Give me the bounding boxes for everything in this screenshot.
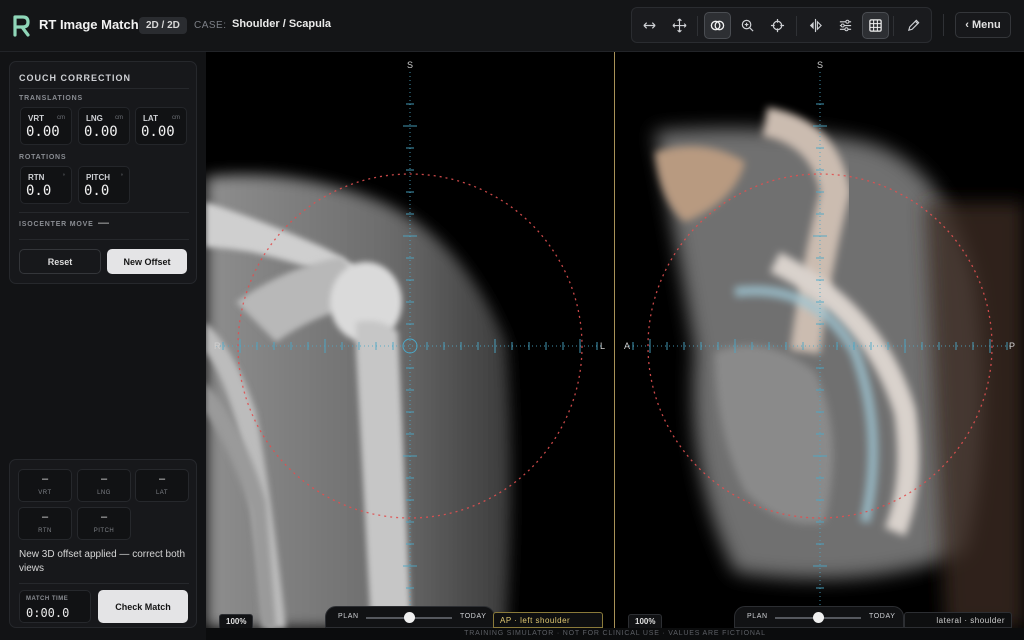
case-value: Shoulder / Scapula bbox=[232, 18, 332, 30]
header-separator bbox=[943, 14, 944, 36]
rtn-delta: – RTN bbox=[18, 507, 72, 540]
delta-value: – bbox=[100, 473, 108, 485]
grid-icon[interactable] bbox=[862, 12, 889, 39]
ap-xray-image bbox=[206, 72, 601, 628]
ap-view-tag: AP · left shoulder bbox=[493, 612, 603, 628]
delta-value: – bbox=[100, 511, 108, 523]
delta-value: – bbox=[41, 511, 49, 523]
field-unit: cm bbox=[57, 115, 65, 121]
field-unit: cm bbox=[115, 115, 123, 121]
lateral-blend-slider[interactable]: PLAN TODAY bbox=[734, 606, 904, 628]
lateral-viewer[interactable]: S A P bbox=[615, 52, 1024, 628]
match-time: MATCH TIME 0:00.0 bbox=[19, 590, 91, 623]
lat-field[interactable]: LAT cm 0.00 bbox=[135, 107, 187, 145]
overlay-icon[interactable] bbox=[704, 12, 731, 39]
crosshair-icon[interactable] bbox=[764, 12, 791, 39]
isocenter-move-value: — bbox=[98, 217, 109, 229]
disclaimer-footer: TRAINING SIMULATOR · NOT FOR CLINICAL US… bbox=[206, 628, 1024, 640]
image-toolbar bbox=[631, 7, 932, 43]
vrt-field[interactable]: VRT cm 0.00 bbox=[20, 107, 72, 145]
toolbar-separator bbox=[893, 16, 894, 36]
lateral-view-tag: lateral · shoulder bbox=[904, 612, 1012, 628]
zoom-icon[interactable] bbox=[734, 12, 761, 39]
lat-delta: – LAT bbox=[135, 469, 189, 502]
toolbar-separator bbox=[796, 16, 797, 36]
new-offset-button[interactable]: New Offset bbox=[107, 249, 187, 274]
field-value: 0.00 bbox=[141, 124, 175, 140]
flip-icon[interactable] bbox=[802, 12, 829, 39]
couch-correction-panel: COUCH CORRECTION TRANSLATIONS VRT cm 0.0… bbox=[9, 61, 197, 284]
plan-label: PLAN bbox=[338, 613, 359, 620]
field-value: 0.00 bbox=[26, 124, 60, 140]
orientation-right: P bbox=[1009, 341, 1016, 351]
today-label: TODAY bbox=[869, 613, 896, 620]
match-result-panel: – VRT – LNG – LAT – RTN – PITCH New 3D o… bbox=[9, 459, 197, 628]
today-label: TODAY bbox=[460, 613, 487, 620]
mode-badge[interactable]: 2D / 2D bbox=[139, 17, 187, 34]
match-time-label: MATCH TIME bbox=[26, 596, 69, 602]
horizontal-arrows-icon[interactable] bbox=[636, 12, 663, 39]
top-bar: RT Image Match 2D / 2D CASE: Shoulder / … bbox=[0, 0, 1024, 52]
lateral-xray-image bbox=[625, 72, 1024, 628]
lng-field[interactable]: LNG cm 0.00 bbox=[78, 107, 130, 145]
field-label: PITCH bbox=[86, 173, 110, 182]
app-title: RT Image Match bbox=[39, 17, 139, 32]
field-value: 0.0 bbox=[84, 183, 110, 199]
translations-label: TRANSLATIONS bbox=[19, 95, 83, 102]
case-label: CASE: bbox=[194, 20, 227, 31]
slider-knob[interactable] bbox=[812, 612, 824, 623]
pitch-delta: – PITCH bbox=[77, 507, 131, 540]
pitch-field[interactable]: PITCH ° 0.0 bbox=[78, 166, 130, 204]
delta-label: LAT bbox=[155, 490, 169, 496]
divider bbox=[19, 239, 189, 240]
rtn-field[interactable]: RTN ° 0.0 bbox=[20, 166, 72, 204]
delta-label: VRT bbox=[38, 490, 52, 496]
check-match-button[interactable]: Check Match bbox=[98, 590, 188, 623]
menu-button[interactable]: ‹ Menu bbox=[955, 12, 1011, 38]
app-logo bbox=[13, 15, 30, 37]
divider bbox=[19, 212, 189, 213]
slider-knob[interactable] bbox=[403, 612, 415, 623]
field-unit: ° bbox=[120, 174, 123, 180]
orientation-top: S bbox=[817, 60, 824, 70]
orientation-right: L bbox=[600, 341, 606, 351]
lng-delta: – LNG bbox=[77, 469, 131, 502]
divider bbox=[19, 583, 189, 584]
status-message: New 3D offset applied — correct both vie… bbox=[19, 549, 186, 574]
field-value: 0.00 bbox=[84, 124, 118, 140]
delta-label: LNG bbox=[97, 490, 111, 496]
reset-button[interactable]: Reset bbox=[19, 249, 101, 274]
vrt-delta: – VRT bbox=[18, 469, 72, 502]
pencil-icon[interactable] bbox=[900, 12, 927, 39]
sliders-icon[interactable] bbox=[832, 12, 859, 39]
field-label: VRT bbox=[28, 114, 44, 123]
divider bbox=[19, 88, 189, 89]
delta-value: – bbox=[158, 473, 166, 485]
toolbar-separator bbox=[697, 16, 698, 36]
field-label: LAT bbox=[143, 114, 158, 123]
delta-value: – bbox=[41, 473, 49, 485]
ap-viewer[interactable]: S R L bbox=[206, 52, 614, 628]
delta-label: RTN bbox=[38, 528, 52, 534]
field-value: 0.0 bbox=[26, 183, 52, 199]
field-label: LNG bbox=[86, 114, 103, 123]
orientation-left: A bbox=[624, 341, 631, 351]
ap-blend-slider[interactable]: PLAN TODAY bbox=[325, 606, 495, 628]
field-unit: cm bbox=[172, 115, 180, 121]
orientation-top: S bbox=[407, 60, 414, 70]
orientation-left: R bbox=[214, 341, 221, 351]
delta-label: PITCH bbox=[93, 528, 115, 534]
left-sidebar: COUCH CORRECTION TRANSLATIONS VRT cm 0.0… bbox=[0, 52, 206, 640]
move-icon[interactable] bbox=[666, 12, 693, 39]
plan-label: PLAN bbox=[747, 613, 768, 620]
field-label: RTN bbox=[28, 173, 45, 182]
isocenter-move-label: ISOCENTER MOVE bbox=[19, 221, 94, 228]
panel-title: COUCH CORRECTION bbox=[19, 73, 131, 83]
match-time-value: 0:00.0 bbox=[26, 606, 70, 620]
rotations-label: ROTATIONS bbox=[19, 154, 67, 161]
field-unit: ° bbox=[62, 174, 65, 180]
